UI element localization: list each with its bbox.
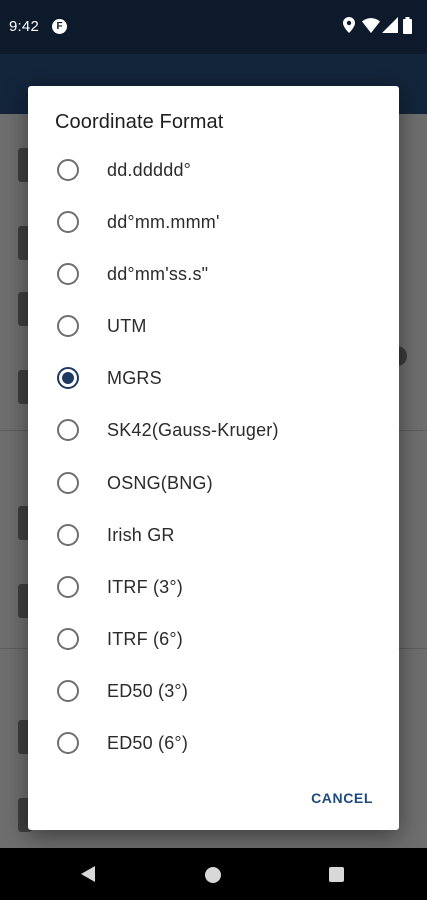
format-option-label: dd°mm'ss.s" [107,264,209,285]
coordinate-format-dialog: Coordinate Format dd.ddddd° dd°mm.mmm' d… [28,86,399,830]
format-option-label: ED50 (6°) [107,733,189,754]
radio-button[interactable] [57,315,79,338]
format-option[interactable]: dd.ddddd° [28,144,399,196]
format-option-label: ITRF (3°) [107,576,183,597]
signal-icon [382,17,398,33]
radio-button[interactable] [57,159,79,181]
battery-icon [403,17,412,34]
format-option[interactable]: dd°mm'ss.s" [28,248,399,300]
format-option[interactable]: SK42(Gauss-Kruger) [28,404,399,456]
format-option-label: dd°mm.mmm' [107,212,220,233]
radio-button[interactable] [57,471,79,494]
recents-icon[interactable] [329,867,344,882]
format-option-label: dd.ddddd° [107,160,192,180]
radio-button[interactable] [57,679,79,702]
back-icon[interactable] [81,866,95,882]
format-option-list: dd.ddddd° dd°mm.mmm' dd°mm'ss.s" UTM MGR… [28,144,399,769]
format-option-label: OSNG(BNG) [107,472,213,493]
format-option[interactable]: ED50 (6°) [28,717,399,769]
radio-button[interactable] [57,263,79,286]
format-option-label: ED50 (3°) [107,680,189,701]
format-option-label: SK42(Gauss-Kruger) [107,420,279,441]
format-option[interactable]: UTM [28,300,399,352]
format-option-label: UTM [107,316,147,337]
cancel-button[interactable]: CANCEL [311,790,373,806]
format-option[interactable]: MGRS [28,352,399,404]
location-icon [343,17,355,33]
format-option-label: ITRF (6°) [107,628,183,649]
status-bar: 9:42 F [0,0,427,54]
radio-button[interactable] [57,732,79,755]
radio-button[interactable] [57,419,79,442]
format-option[interactable]: ITRF (6°) [28,613,399,665]
wifi-icon [362,18,380,33]
radio-button[interactable] [57,523,79,546]
radio-button[interactable] [57,367,79,390]
format-option[interactable]: Irish GR [28,509,399,561]
format-option[interactable]: ED50 (3°) [28,665,399,717]
format-option[interactable]: ITRF (3°) [28,561,399,613]
status-time: 9:42 [9,18,39,35]
format-option[interactable]: dd°mm.mmm' [28,196,399,248]
app-notification-icon: F [52,19,67,34]
dialog-title: Coordinate Format [55,111,224,133]
format-option[interactable]: OSNG(BNG) [28,457,399,509]
home-icon[interactable] [205,867,221,883]
format-option-label: Irish GR [107,524,175,545]
navigation-bar [0,848,427,900]
format-option-label: MGRS [107,368,162,389]
radio-button[interactable] [57,627,79,650]
radio-button[interactable] [57,575,79,598]
radio-button[interactable] [57,211,79,234]
